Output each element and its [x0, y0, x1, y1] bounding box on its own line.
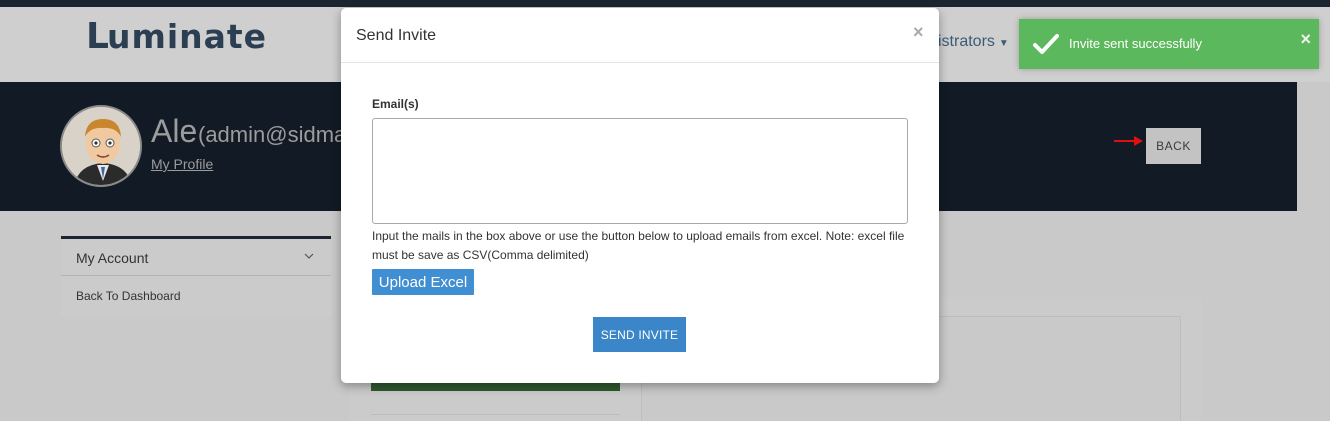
top-strip [0, 0, 1330, 7]
help-text: Input the mails in the box above or use … [372, 229, 905, 262]
logo-text: uminate [106, 17, 268, 56]
sidebar-panel [61, 236, 331, 316]
sidebar-divider [61, 275, 331, 276]
modal-header-divider [341, 62, 939, 63]
chevron-down-icon[interactable] [304, 251, 314, 261]
caret-down-icon: ▼ [998, 38, 1009, 49]
close-icon[interactable]: × [913, 22, 924, 43]
toast-message: Invite sent successfully [1069, 36, 1202, 51]
nav-administrators-label: istrators [938, 33, 995, 50]
back-button[interactable]: BACK [1146, 128, 1201, 164]
sidebar-title[interactable]: My Account [76, 250, 148, 266]
send-invite-modal: Send Invite × Email(s) Input the mails i… [341, 8, 939, 383]
content-divider [371, 414, 620, 415]
brand-logo[interactable]: L uminate [86, 16, 267, 57]
modal-title: Send Invite [356, 27, 437, 44]
email-label: Email(s) [372, 97, 419, 111]
success-toast: Invite sent successfully × [1019, 19, 1319, 69]
user-email: (admin@sidmac [198, 122, 358, 147]
email-input[interactable] [372, 118, 908, 224]
toast-close-icon[interactable]: × [1300, 29, 1311, 50]
logo-mark: L [86, 16, 109, 57]
red-arrow-icon [1114, 136, 1143, 146]
sidebar-item-back-to-dashboard[interactable]: Back To Dashboard [76, 289, 181, 303]
nav-administrators-menu[interactable]: istrators ▼ [938, 33, 1009, 51]
checkmark-icon [1033, 34, 1059, 54]
user-name: Ale [151, 113, 198, 149]
my-profile-link[interactable]: My Profile [151, 156, 213, 172]
upload-excel-button[interactable]: Upload Excel [372, 269, 474, 295]
avatar [60, 105, 142, 187]
send-invite-button[interactable]: SEND INVITE [593, 317, 686, 352]
